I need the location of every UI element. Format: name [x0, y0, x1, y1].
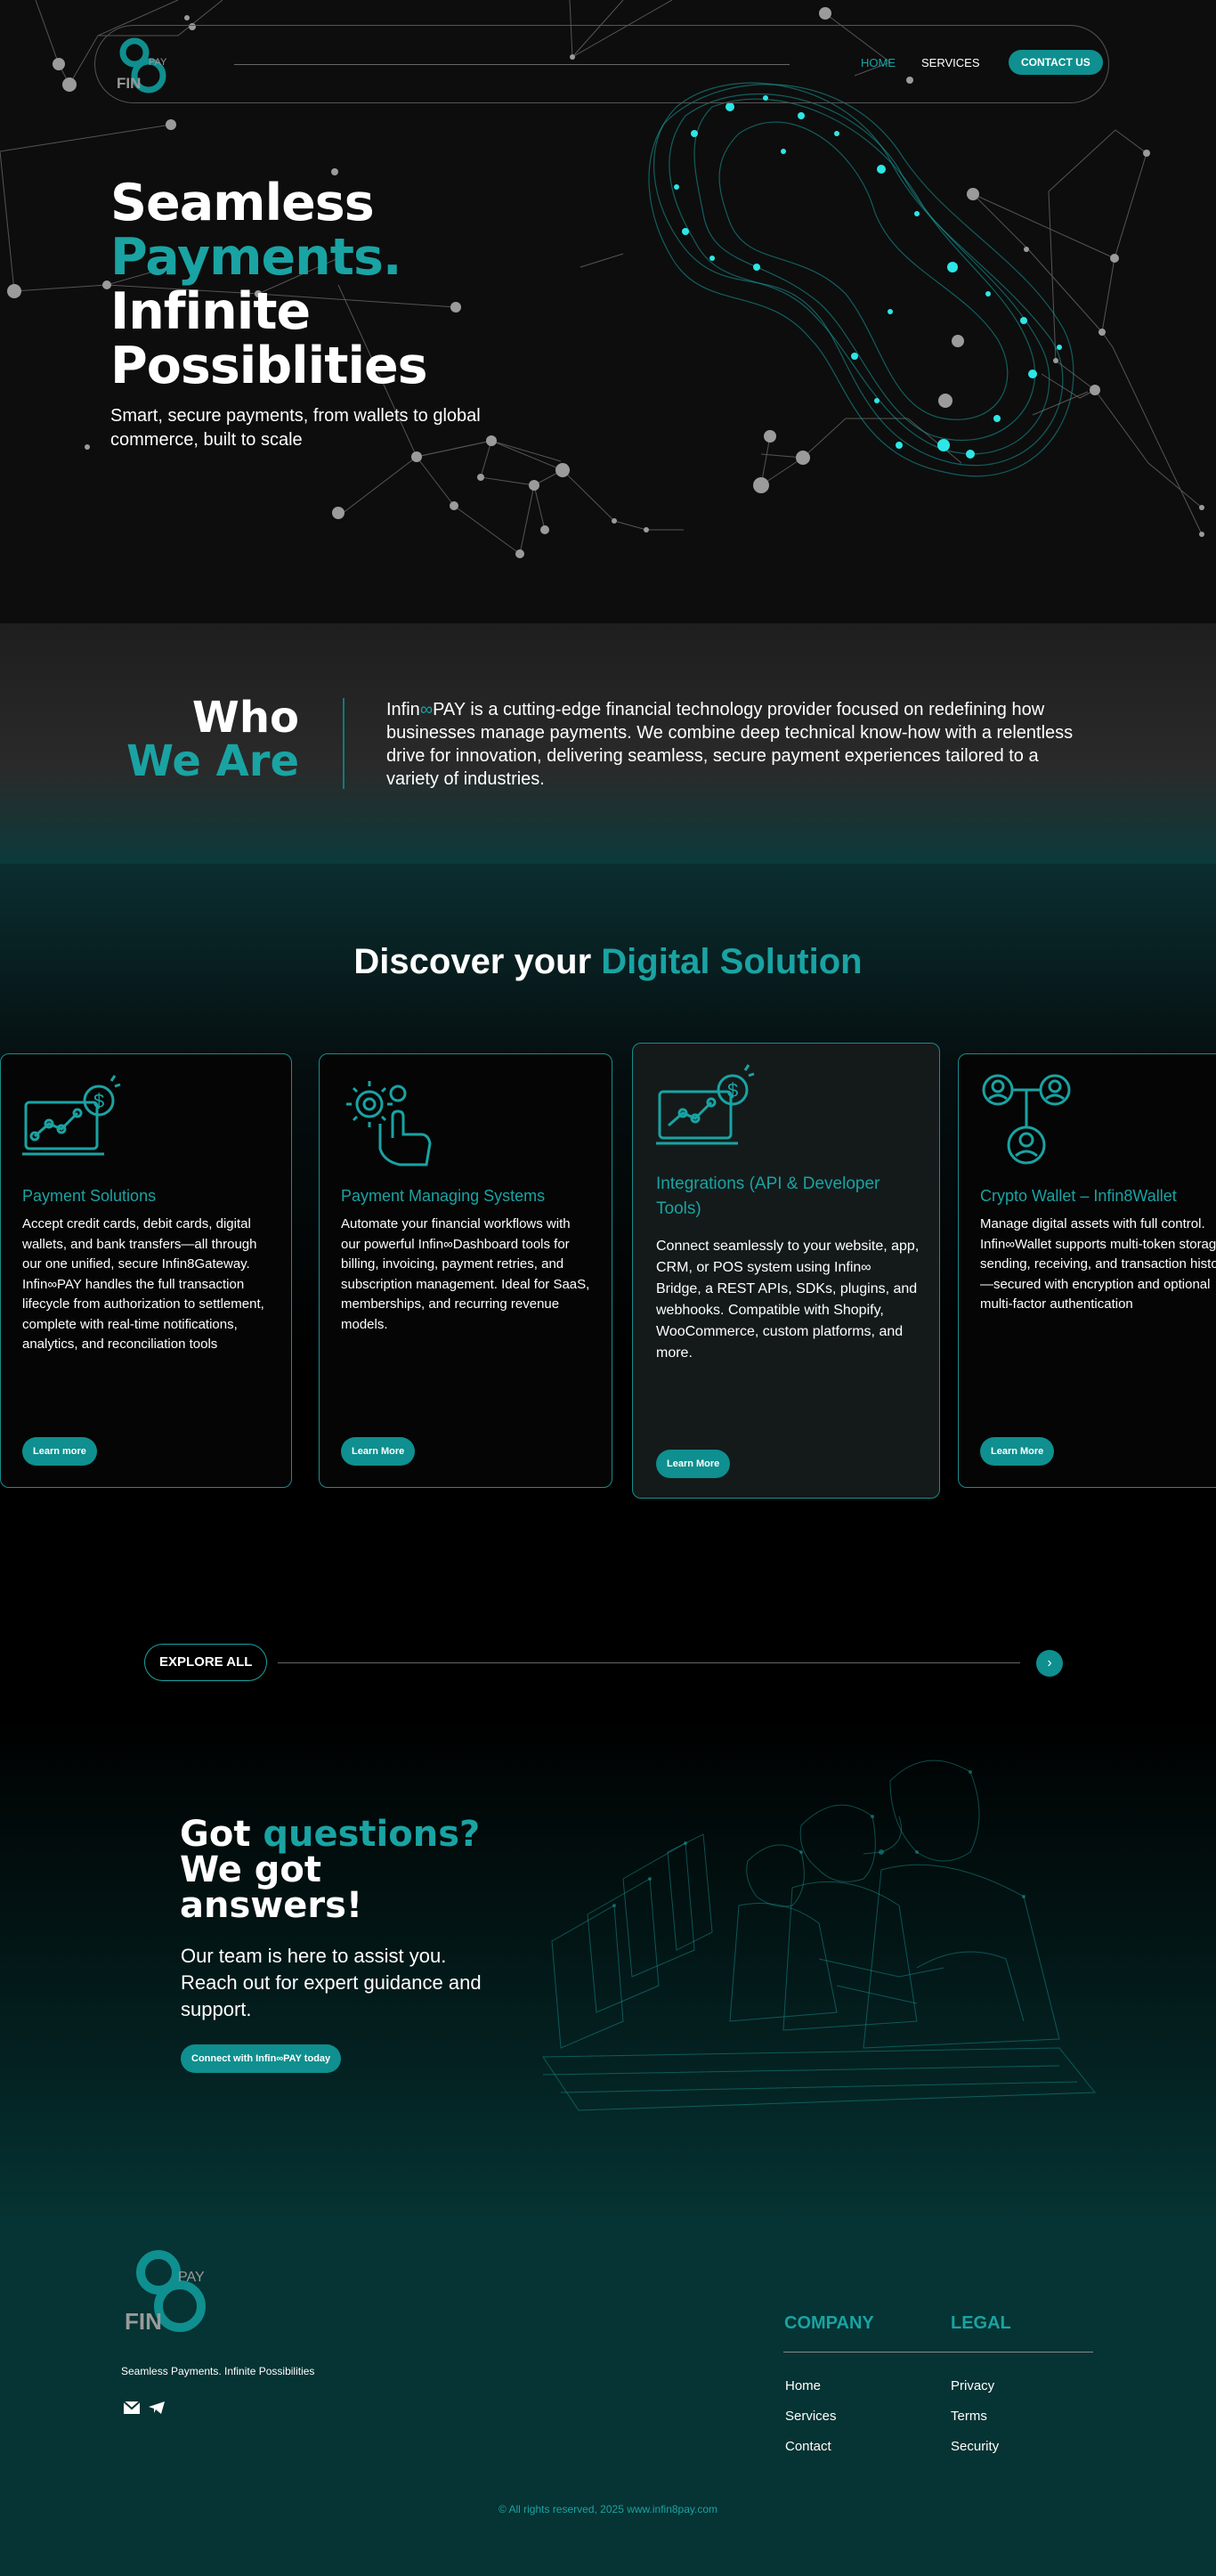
footer-logo-pay: PAY: [178, 2270, 205, 2285]
footer-link-home[interactable]: Home: [785, 2378, 821, 2393]
explore-all-button[interactable]: EXPLORE ALL: [144, 1644, 268, 1681]
connect-button[interactable]: Connect with Infin∞PAY today: [181, 2044, 342, 2073]
footer: FIN PAY Seamless Payments. Infinite Poss…: [0, 2226, 1216, 2576]
card-title: Payment Solutions: [22, 1187, 157, 1205]
who-description: Infin∞PAY is a cutting-edge financial te…: [386, 698, 1081, 791]
logo[interactable]: FIN PAY: [113, 35, 175, 97]
hero-title-line2: Payments.: [110, 228, 402, 287]
card-description: Automate your financial workflows with o…: [341, 1216, 590, 1332]
footer-link-contact[interactable]: Contact: [785, 2439, 831, 2454]
who-title-line1: Who: [191, 693, 299, 743]
who-title: Who We Are: [0, 696, 299, 784]
questions-title-d: answers!: [180, 1885, 363, 1926]
service-card-payment-managing[interactable]: Payment Managing Systems Automate your f…: [319, 1053, 612, 1488]
svg-text:$: $: [727, 1079, 738, 1101]
footer-tagline: Seamless Payments. Infinite Possibilitie…: [121, 2365, 315, 2377]
hero-title-line4: Possiblities: [110, 337, 428, 395]
card-description: Manage digital assets with full control.…: [980, 1216, 1216, 1312]
who-title-line2: We Are: [126, 736, 299, 786]
gear-hand-icon: [346, 1081, 432, 1166]
copyright: © All rights reserved, 2025 www.infin8pa…: [498, 2503, 718, 2515]
page: FIN PAY HOME SERVICES CONTACT US Seamles…: [0, 0, 1216, 2576]
mail-icon[interactable]: [123, 2401, 141, 2415]
company-heading: COMPANY: [784, 2313, 874, 2333]
infinity-icon: ∞: [419, 700, 434, 719]
questions-title-c: We got: [180, 1849, 321, 1890]
questions-subtitle: Our team is here to assist you. Reach ou…: [181, 1945, 482, 2020]
card-title: Crypto Wallet – Infin8Wallet: [980, 1187, 1177, 1205]
footer-link-security[interactable]: Security: [951, 2439, 999, 2454]
services-heading-b: Digital Solution: [601, 942, 863, 981]
who-description-body: PAY is a cutting-edge financial technolo…: [386, 700, 1074, 789]
learn-more-button[interactable]: Learn More: [980, 1437, 1055, 1466]
support-agents-illustration: [542, 1759, 1097, 2111]
learn-more-button[interactable]: Learn more: [22, 1437, 97, 1466]
footer-divider: [783, 2352, 1093, 2353]
contact-us-button[interactable]: CONTACT US: [1009, 50, 1103, 75]
services-section: Discover your Digital Solution $ Payment…: [0, 864, 1216, 1719]
hero-subtitle: Smart, secure payments, from wallets to …: [110, 406, 481, 450]
learn-more-button[interactable]: Learn More: [341, 1437, 416, 1466]
laptop-dollar-icon: $: [656, 1064, 755, 1145]
footer-link-terms[interactable]: Terms: [951, 2409, 987, 2424]
top-nav: FIN PAY HOME SERVICES CONTACT US: [94, 25, 1109, 103]
legal-heading: LEGAL: [951, 2313, 1011, 2333]
svg-text:$: $: [93, 1090, 104, 1112]
footer-link-services[interactable]: Services: [785, 2409, 837, 2424]
nav-divider: [234, 64, 790, 65]
hero-title: Seamless Payments. Infinite Possiblities: [110, 174, 428, 395]
questions-section: Got questions? We got answers! Our team …: [0, 1719, 1216, 2226]
nav-home-link[interactable]: HOME: [861, 56, 896, 69]
hero-section: FIN PAY HOME SERVICES CONTACT US Seamles…: [0, 0, 1216, 623]
who-divider: [343, 698, 345, 789]
footer-link-privacy[interactable]: Privacy: [951, 2378, 994, 2393]
services-heading-a: Discover your: [353, 942, 592, 981]
service-card-crypto-wallet[interactable]: Crypto Wallet – Infin8Wallet Manage digi…: [958, 1053, 1216, 1488]
learn-more-button[interactable]: Learn More: [656, 1450, 731, 1478]
questions-title: Got questions? We got answers!: [180, 1816, 480, 1923]
service-card-payment-solutions[interactable]: $ Payment Solutions Accept credit cards,…: [0, 1053, 292, 1488]
laptop-chart-icon: $: [22, 1075, 121, 1156]
logo-pay-text: PAY: [149, 57, 167, 68]
explore-divider: [278, 1662, 1020, 1663]
users-network-icon: [982, 1074, 1071, 1165]
card-description: Accept credit cards, debit cards, digita…: [22, 1216, 264, 1352]
logo-fin-text: FIN: [117, 75, 141, 92]
card-title: Payment Managing Systems: [341, 1187, 546, 1205]
footer-logo-fin: FIN: [125, 2308, 162, 2335]
services-heading: Discover your Digital Solution: [0, 942, 1216, 982]
who-we-are-section: Who We Are Infin∞PAY is a cutting-edge f…: [0, 623, 1216, 864]
who-brand-prefix: Infin: [386, 700, 420, 719]
telegram-icon[interactable]: [148, 2401, 166, 2415]
nav-services-link[interactable]: SERVICES: [921, 56, 980, 69]
card-description: Connect seamlessly to your website, app,…: [656, 1239, 920, 1361]
card-title: Integrations (API & Developer Tools): [656, 1174, 880, 1218]
hero-title-line1: Seamless: [110, 174, 375, 232]
service-card-integrations[interactable]: $ Integrations (API & Developer Tools) C…: [632, 1043, 940, 1499]
footer-logo[interactable]: FIN PAY: [123, 2244, 221, 2342]
hero-title-line3: Infinite: [110, 282, 311, 341]
chevron-right-icon[interactable]: ›: [1036, 1650, 1063, 1677]
